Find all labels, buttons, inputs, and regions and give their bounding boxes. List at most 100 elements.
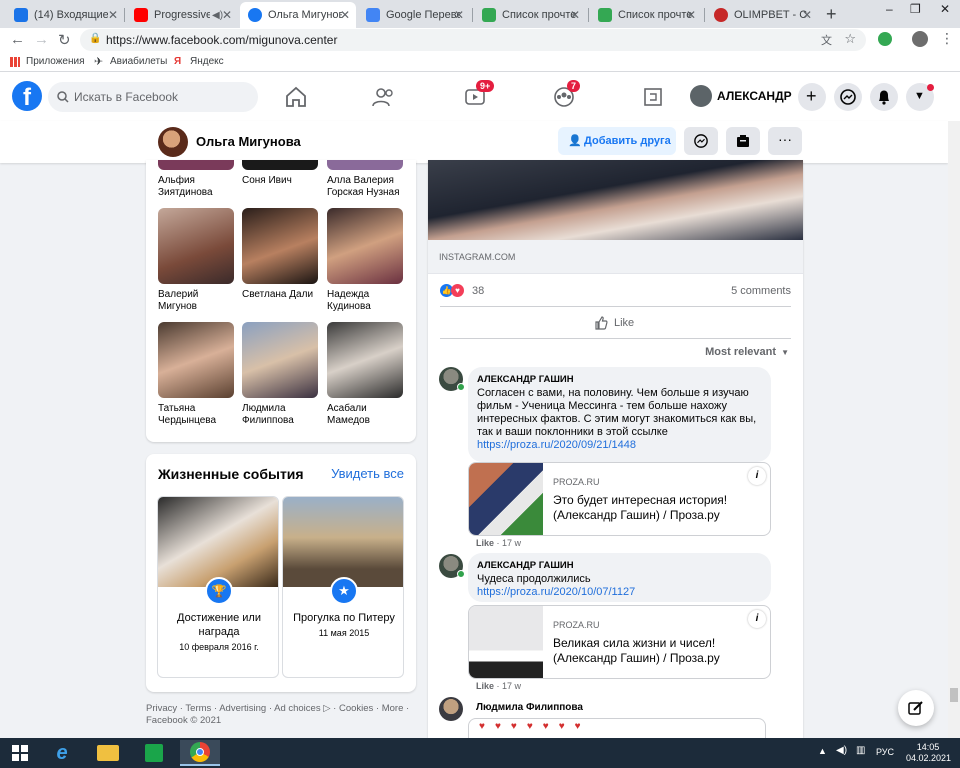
notifications-button[interactable] — [870, 83, 898, 111]
close-window-icon[interactable]: ✕ — [940, 2, 950, 16]
life-event-item[interactable]: 🏆 Достижение или награда 10 февраля 2016… — [157, 496, 279, 678]
profile-name[interactable]: Ольга Мигунова — [196, 134, 301, 149]
friend-photo[interactable] — [158, 322, 234, 398]
friend-name[interactable]: Асабали Мамедов — [327, 403, 407, 427]
friend-name[interactable]: Татьяна Чердынцева — [158, 403, 238, 427]
home-icon[interactable] — [282, 84, 310, 110]
search-input[interactable]: Искать в Facebook — [48, 82, 258, 112]
friend-photo[interactable] — [158, 160, 234, 170]
tab-reading-list-2[interactable]: Список прочтен ✕ — [590, 2, 702, 28]
profile-avatar-icon[interactable] — [912, 31, 928, 47]
close-icon[interactable]: ✕ — [222, 8, 232, 22]
info-icon[interactable]: i — [748, 467, 766, 485]
profile-avatar[interactable] — [158, 127, 188, 157]
comment-author[interactable]: Людмила Филиппова — [476, 702, 583, 713]
info-icon[interactable]: i — [748, 610, 766, 628]
extension-icon[interactable] — [878, 32, 892, 46]
comment-like-link[interactable]: Like — [476, 681, 494, 691]
link-preview-card[interactable]: PROZA.RU Великая сила жизни и чисел! (Ал… — [468, 605, 771, 679]
groups-icon[interactable]: 7 — [550, 80, 581, 110]
footer-links[interactable]: Privacy · Terms · Advertising · Ad choic… — [146, 703, 409, 727]
file-explorer-icon[interactable] — [88, 740, 128, 766]
translate-page-icon[interactable]: 文 — [821, 32, 832, 48]
friend-photo[interactable] — [158, 208, 234, 284]
minimize-icon[interactable]: – — [886, 2, 893, 16]
network-icon[interactable]: ▥ — [856, 745, 865, 756]
comment-link[interactable]: https://proza.ru/2020/09/21/1448 — [477, 439, 762, 452]
friend-name[interactable]: Альфия Зиятдинова — [158, 175, 238, 199]
friend-name[interactable]: Валерий Мигунов — [158, 289, 238, 313]
close-icon[interactable]: ✕ — [686, 8, 696, 22]
friends-icon[interactable] — [370, 84, 398, 110]
avatar[interactable] — [439, 697, 463, 721]
account-menu-button[interactable]: ▼ — [906, 83, 934, 111]
tray-arrow-icon[interactable]: ▲ — [818, 746, 827, 756]
tab-olimpbet[interactable]: OLIMPBET - Спо ✕ — [706, 2, 818, 28]
restore-icon[interactable]: ❐ — [910, 2, 921, 16]
back-icon[interactable]: ← — [10, 31, 25, 48]
store-icon[interactable] — [134, 740, 174, 766]
close-icon[interactable]: ✕ — [802, 8, 812, 22]
address-bar[interactable]: 🔒 https://www.facebook.com/migunova.cent… — [80, 29, 866, 51]
comment-timestamp[interactable]: · 17 w — [497, 681, 522, 691]
reactions-summary[interactable]: 👍 ♥ 38 — [440, 284, 484, 297]
internet-explorer-icon[interactable]: e — [42, 740, 82, 766]
comment-image[interactable]: ♥♥♥♥♥♥♥ — [468, 718, 766, 738]
messenger-button[interactable] — [834, 83, 862, 111]
close-icon[interactable]: ✕ — [570, 8, 580, 22]
add-friend-button[interactable]: 👤 Добавить друга — [558, 127, 676, 155]
comment-like-link[interactable]: Like — [476, 538, 494, 548]
message-button[interactable] — [684, 127, 718, 155]
start-button[interactable] — [0, 740, 40, 766]
friend-name[interactable]: Соня Ивич — [242, 175, 322, 187]
gaming-icon[interactable] — [640, 84, 668, 110]
watch-video-icon[interactable]: 9+ — [462, 80, 495, 110]
friend-photo[interactable] — [242, 208, 318, 284]
like-button[interactable]: Like — [594, 316, 634, 330]
clock[interactable]: 14:05 04.02.2021 — [906, 742, 951, 764]
comment-author[interactable]: АЛЕКСАНДР ГАШИН — [477, 373, 762, 386]
menu-dots-icon[interactable]: ⋮ — [940, 30, 954, 47]
comment-link[interactable]: https://proza.ru/2020/10/07/1127 — [477, 586, 762, 599]
language-indicator[interactable]: РУС — [876, 747, 894, 757]
close-icon[interactable]: ✕ — [340, 8, 350, 22]
bookmark-flights[interactable]: ✈ Авиабилеты — [94, 56, 167, 67]
create-button[interactable]: + — [798, 83, 826, 111]
see-all-link[interactable]: Увидеть все — [331, 466, 404, 481]
facebook-logo-icon[interactable]: f — [12, 81, 42, 111]
bookmark-apps[interactable]: Приложения — [10, 56, 85, 67]
friend-photo[interactable] — [242, 160, 318, 170]
friend-photo[interactable] — [327, 208, 403, 284]
friend-name[interactable]: Людмила Филиппова — [242, 403, 322, 427]
comment-author[interactable]: АЛЕКСАНДР ГАШИН — [477, 559, 762, 572]
bookmark-star-icon[interactable]: ☆ — [844, 31, 856, 47]
friend-name[interactable]: Светлана Дали — [242, 289, 322, 301]
new-tab-button[interactable]: + — [826, 4, 837, 25]
friend-photo[interactable] — [327, 322, 403, 398]
scrollbar-thumb[interactable] — [950, 688, 958, 702]
tab-google-translate[interactable]: Google Перевод ✕ — [358, 2, 470, 28]
new-message-button[interactable] — [898, 690, 934, 726]
post-photo[interactable] — [428, 160, 803, 240]
close-icon[interactable]: ✕ — [454, 8, 464, 22]
footer-line[interactable]: Privacy · Terms · Advertising · Ad choic… — [146, 703, 409, 715]
tab-reading-list-1[interactable]: Список прочтен ✕ — [474, 2, 586, 28]
close-icon[interactable]: ✕ — [108, 8, 118, 22]
friend-name[interactable]: Алла Валерия Горская Нузная — [327, 175, 407, 199]
reload-icon[interactable]: ↻ — [58, 31, 71, 49]
tab-youtube[interactable]: Progressive ◀) ✕ — [126, 2, 238, 28]
friend-name[interactable]: Надежда Кудинова — [327, 289, 407, 313]
tab-facebook[interactable]: Ольга Мигунова ✕ — [240, 2, 356, 28]
follow-button[interactable] — [726, 127, 760, 155]
more-options-button[interactable]: ··· — [768, 127, 802, 155]
volume-icon[interactable]: ◀) — [836, 745, 847, 756]
comment-timestamp[interactable]: · 17 w — [497, 538, 522, 548]
link-preview-card[interactable]: PROZA.RU Это будет интересная история! (… — [468, 462, 771, 536]
bookmark-yandex[interactable]: Я Яндекс — [174, 56, 224, 67]
life-event-item[interactable]: ★ Прогулка по Питеру 11 мая 2015 — [282, 496, 404, 678]
forward-icon[interactable]: → — [34, 31, 49, 48]
comment-sort-dropdown[interactable]: Most relevant ▼ — [705, 346, 789, 358]
friend-photo[interactable] — [327, 160, 403, 170]
chrome-taskbar-icon[interactable] — [180, 740, 220, 766]
link-preview-footer[interactable]: INSTAGRAM.COM — [428, 240, 803, 274]
